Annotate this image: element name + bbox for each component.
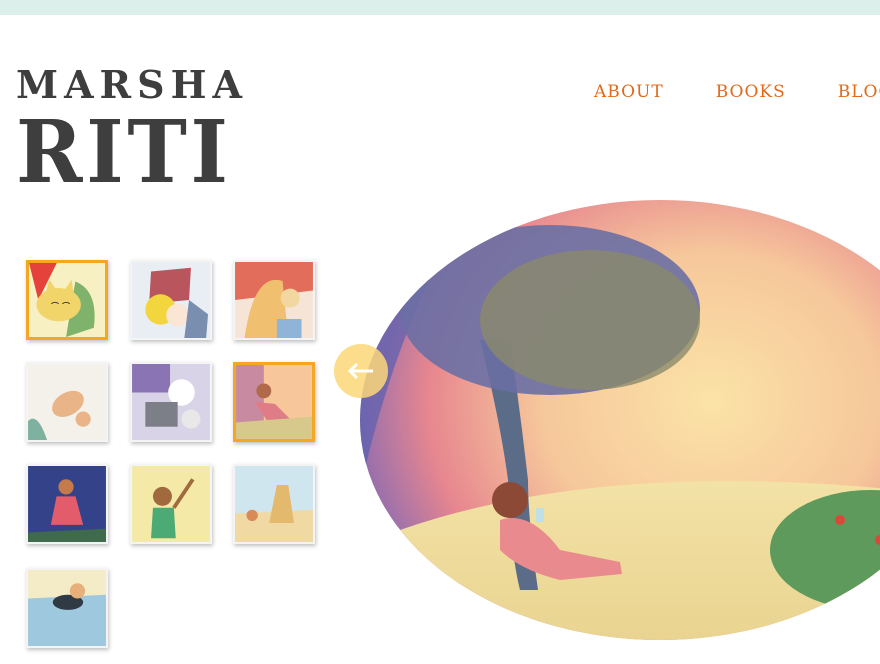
main-nav: ABOUT BOOKS BLOG <box>594 82 880 102</box>
thumb-sandcastle-illustration[interactable] <box>233 464 315 544</box>
nav-about[interactable]: ABOUT <box>594 82 664 102</box>
nav-blog[interactable]: BLOG <box>838 82 880 102</box>
site-logo[interactable]: MARSHA RITI <box>16 66 242 203</box>
thumb-gnome-illustration[interactable] <box>130 260 212 340</box>
thumb-dog-illustration[interactable] <box>26 362 108 442</box>
thumb-robot-illustration[interactable] <box>130 362 212 442</box>
nav-books[interactable]: BOOKS <box>716 82 786 102</box>
logo-first-name: MARSHA <box>16 62 248 107</box>
hero-artwork <box>360 190 880 660</box>
logo-last-name: RITI <box>16 102 232 203</box>
thumb-giraffe-illustration[interactable] <box>233 260 315 340</box>
thumb-girl-under-tree-illustration[interactable] <box>233 362 315 442</box>
thumb-girl-dancing-illustration[interactable] <box>26 464 108 544</box>
thumb-boy-rain-illustration[interactable] <box>130 464 212 544</box>
top-bar <box>0 0 880 15</box>
thumb-cat-illustration[interactable] <box>26 260 108 340</box>
slideshow-prev-button[interactable] <box>334 344 388 398</box>
arrow-left-icon <box>347 362 373 380</box>
thumb-swimmer-illustration[interactable] <box>26 568 108 648</box>
